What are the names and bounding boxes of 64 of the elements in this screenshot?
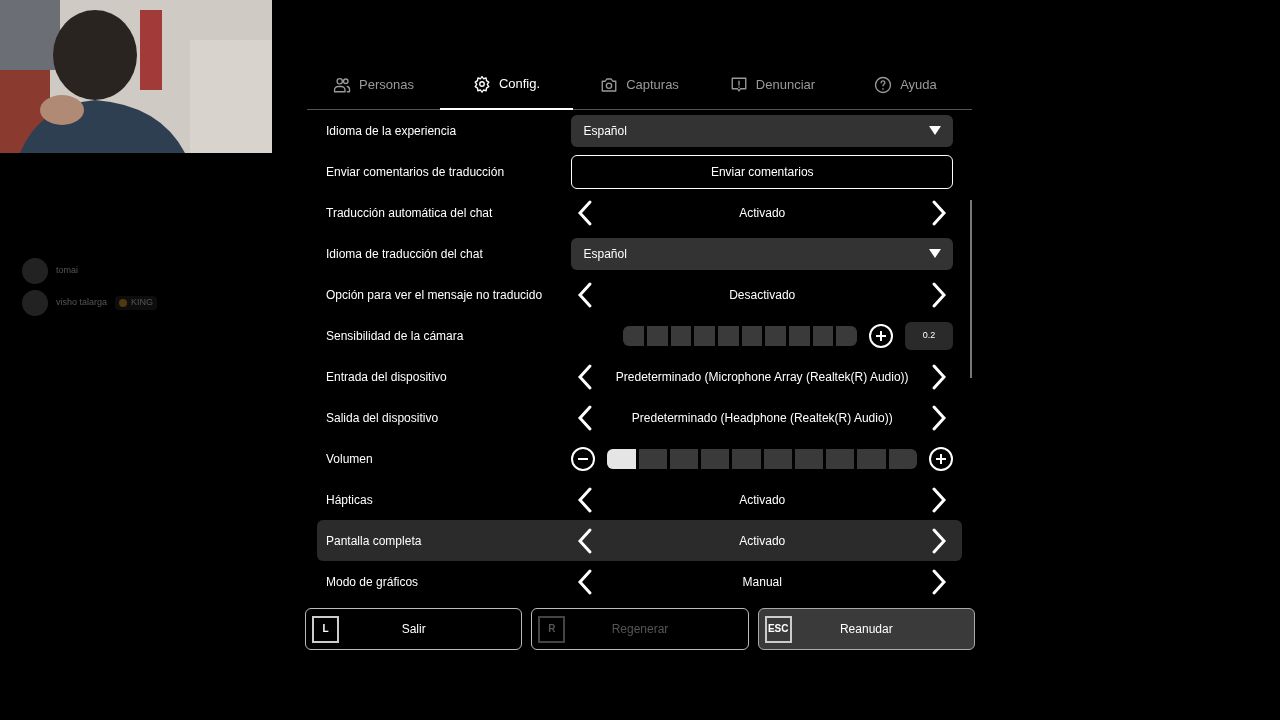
setting-row[interactable]: Volumen: [317, 438, 962, 479]
people-icon: [333, 76, 352, 94]
language-dropdown[interactable]: Español: [571, 237, 953, 270]
setting-row[interactable]: Opción para ver el mensaje no traducido Desactivado: [317, 274, 962, 315]
player-name: tomai: [56, 264, 78, 278]
setting-value: Activado: [739, 491, 786, 508]
setting-row[interactable]: Hápticas Activado: [317, 479, 962, 520]
settings-icon: [472, 75, 491, 93]
avatar: [22, 258, 48, 284]
slider-track[interactable]: [623, 325, 857, 346]
help-icon: [874, 76, 893, 94]
key-hint: R: [538, 615, 566, 643]
setting-label: Modo de gráficos: [326, 573, 420, 590]
action-button[interactable]: ESC Reanudar: [757, 608, 975, 650]
setting-row[interactable]: Modo de gráficos Manual: [317, 561, 962, 602]
player-name: visho talarga: [56, 296, 108, 310]
setting-label: Hápticas: [326, 491, 374, 508]
setting-label: Traducción automática del chat: [326, 204, 494, 221]
send-feedback-button[interactable]: Enviar comentarios: [571, 154, 953, 189]
key-hint: L: [312, 615, 339, 643]
setting-value: Activado: [739, 204, 786, 221]
setting-label: Enviar comentarios de traducción: [326, 163, 506, 180]
setting-row[interactable]: Entrada del dispositivo Predeterminado (Microphone Array (Realtek(R) Audio)): [317, 356, 962, 397]
setting-row[interactable]: Pantalla completa Activado: [317, 520, 962, 561]
setting-row[interactable]: Enviar comentarios de traducción Enviar comentarios: [317, 151, 962, 192]
setting-label: Entrada del dispositivo: [326, 368, 448, 385]
action-button[interactable]: L Salir: [305, 608, 523, 650]
setting-value: Manual: [742, 573, 782, 590]
minus-button[interactable]: [571, 446, 596, 471]
setting-value: Predeterminado (Headphone (Realtek(R) Audio)): [631, 409, 893, 426]
dropdown-caret-icon: [929, 249, 941, 258]
tab[interactable]: Ayuda: [839, 60, 972, 110]
setting-row[interactable]: Sensibilidad de la cámara 0.2: [317, 315, 962, 356]
camera-icon: [600, 76, 619, 94]
setting-row[interactable]: Idioma de traducción del chat Español: [317, 233, 962, 274]
setting-row[interactable]: Traducción automática del chat Activado: [317, 192, 962, 233]
slider-track[interactable]: [607, 448, 917, 469]
tab[interactable]: Denunciar: [706, 60, 839, 110]
plus-button[interactable]: [869, 323, 893, 348]
setting-value: Predeterminado (Microphone Array (Realtek(R) Audio)): [615, 368, 909, 385]
setting-label: Idioma de la experiencia: [326, 122, 458, 139]
setting-label: Sensibilidad de la cámara: [326, 327, 465, 344]
setting-label: Pantalla completa: [326, 532, 423, 549]
avatar: [22, 290, 48, 316]
setting-label: Opción para ver el mensaje no traducido: [326, 286, 544, 303]
plus-icon: [935, 452, 947, 465]
tab[interactable]: Capturas: [573, 60, 706, 110]
key-hint: ESC: [764, 615, 792, 643]
setting-row[interactable]: Salida del dispositivo Predeterminado (Headphone (Realtek(R) Audio)): [317, 397, 962, 438]
language-dropdown[interactable]: Español: [571, 114, 953, 147]
report-icon: [729, 76, 748, 94]
value-field[interactable]: 0.2: [905, 321, 953, 350]
dropdown-caret-icon: [929, 126, 941, 135]
setting-value: Activado: [739, 532, 786, 549]
tab[interactable]: Personas: [307, 60, 440, 110]
setting-value: Desactivado: [729, 286, 796, 303]
player-badge: KING: [115, 296, 158, 310]
setting-label: Volumen: [326, 450, 374, 467]
setting-label: Salida del dispositivo: [326, 409, 440, 426]
plus-button[interactable]: [929, 446, 953, 471]
tab[interactable]: Config.: [440, 60, 573, 110]
setting-row[interactable]: Idioma de la experiencia Español: [317, 110, 962, 151]
plus-icon: [875, 329, 887, 342]
setting-label: Idioma de traducción del chat: [326, 245, 484, 262]
